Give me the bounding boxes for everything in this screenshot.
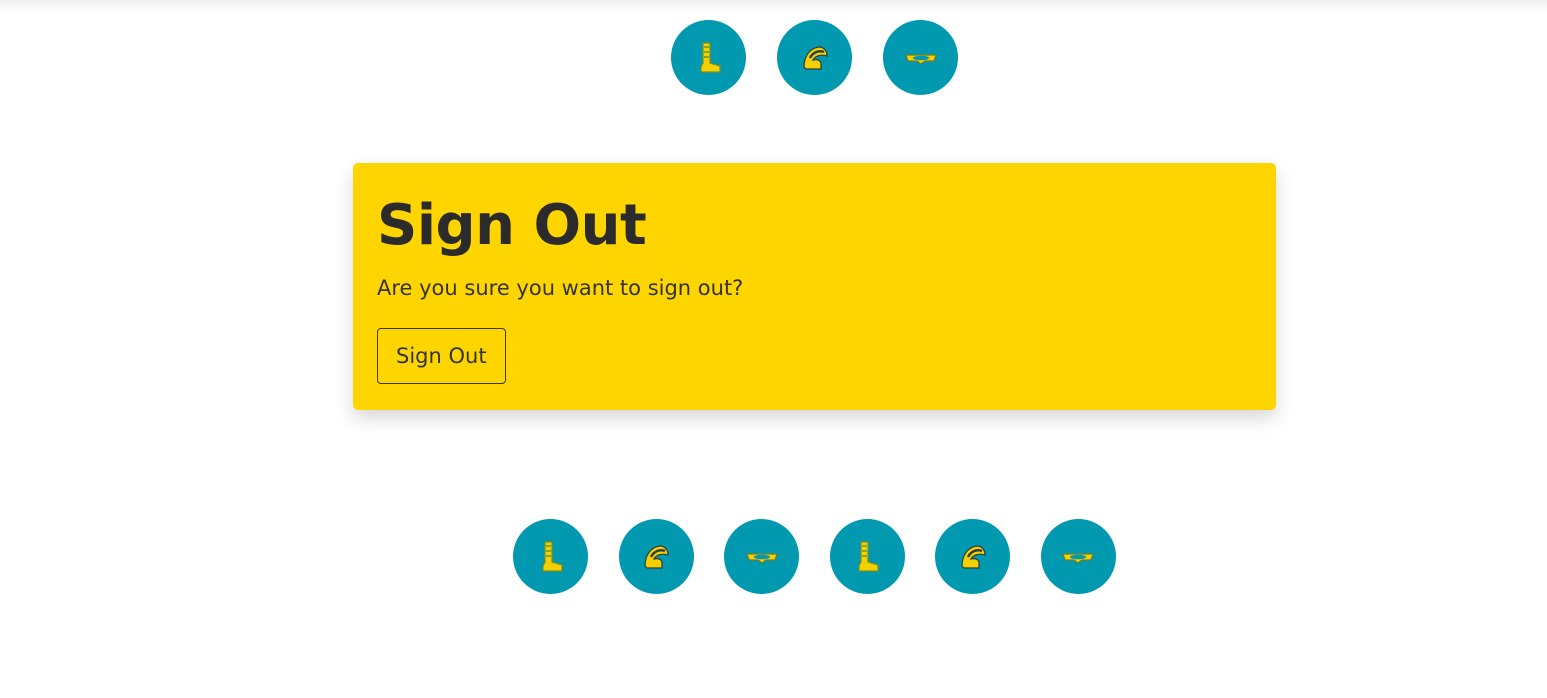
goggles-icon-badge: [1040, 519, 1116, 594]
boot-icon: [541, 540, 563, 572]
boot-icon-badge: [671, 20, 746, 95]
goggles-icon: [1062, 552, 1095, 564]
page-title: Sign Out: [377, 193, 647, 258]
sign-out-button[interactable]: Sign Out: [377, 328, 506, 385]
helmet-icon: [802, 45, 828, 70]
bottom-gear-icon-row: [513, 519, 1116, 594]
top-gear-icon-row: [671, 20, 958, 95]
helmet-icon-badge: [618, 519, 694, 594]
signout-card: Sign Out Are you sure you want to sign o…: [353, 163, 1276, 410]
helmet-icon-badge: [777, 20, 852, 95]
helmet-icon: [644, 544, 669, 569]
boot-icon: [858, 540, 879, 572]
goggles-icon-badge: [883, 20, 958, 95]
goggles-icon: [904, 53, 937, 65]
helmet-icon: [961, 544, 986, 569]
boot-icon-badge: [829, 519, 905, 594]
goggles-icon: [745, 552, 778, 564]
goggles-icon-badge: [724, 519, 800, 594]
boot-icon-badge: [513, 519, 588, 594]
boot-icon: [699, 41, 721, 73]
signout-confirmation-text: Are you sure you want to sign out?: [377, 276, 744, 300]
top-bar-shadow: [0, 0, 1547, 12]
helmet-icon-badge: [935, 519, 1011, 594]
